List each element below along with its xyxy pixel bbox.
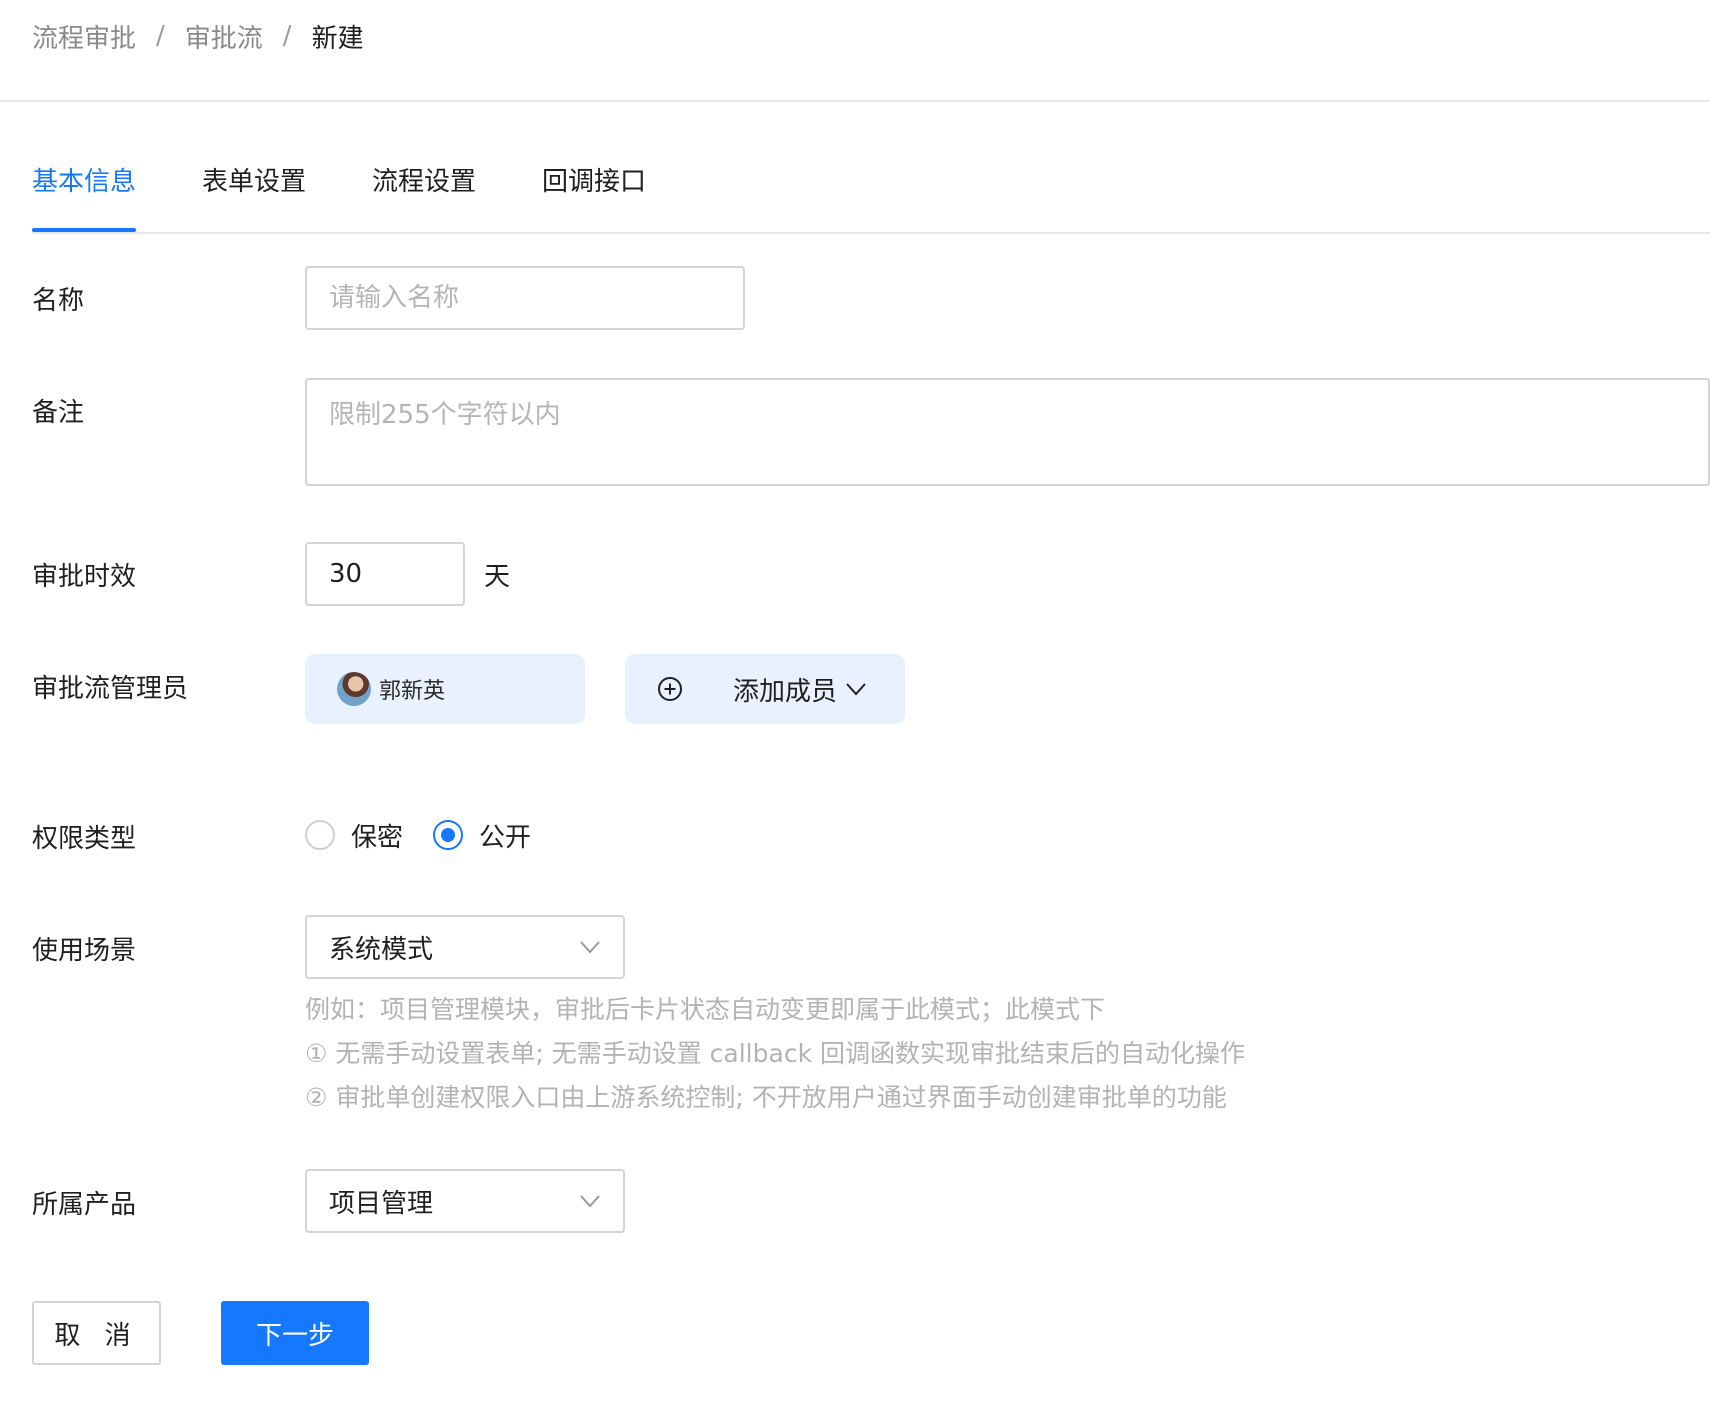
chevron-down-icon <box>846 683 866 696</box>
product-select[interactable]: 项目管理 <box>305 1169 625 1233</box>
add-member-button[interactable]: 添加成员 <box>625 654 905 724</box>
admins-label: 审批流管理员 <box>32 674 189 704</box>
scene-hint: 例如：项目管理模块，审批后卡片状态自动变更即属于此模式；此模式下 ① 无需手动设… <box>305 988 1245 1120</box>
breadcrumb-current: 新建 <box>311 23 364 54</box>
header-divider <box>0 100 1710 102</box>
tab-callback-api[interactable]: 回调接口 <box>542 160 646 232</box>
admin-member-chip[interactable]: 郭新英 <box>305 654 585 724</box>
scene-hint-line: ② 审批单创建权限入口由上游系统控制; 不开放用户通过界面手动创建审批单的功能 <box>305 1083 1227 1112</box>
next-step-button[interactable]: 下一步 <box>221 1301 369 1365</box>
product-select-value: 项目管理 <box>329 1188 434 1219</box>
radio-confidential-label[interactable]: 保密 <box>351 817 403 854</box>
tab-bar: 基本信息 表单设置 流程设置 回调接口 <box>32 160 712 234</box>
add-member-label: 添加成员 <box>733 676 838 707</box>
breadcrumb-separator: / <box>282 21 292 51</box>
breadcrumb-item-approval-flow[interactable]: 审批流 <box>185 18 263 55</box>
scene-hint-line: ① 无需手动设置表单; 无需手动设置 callback 回调函数实现审批结束后的… <box>305 1039 1245 1068</box>
permission-label: 权限类型 <box>32 824 137 854</box>
scene-select[interactable]: 系统模式 <box>305 915 625 979</box>
tab-form-settings[interactable]: 表单设置 <box>202 160 306 232</box>
radio-public[interactable] <box>433 820 464 850</box>
tabs-divider <box>32 232 1710 234</box>
breadcrumb-separator: / <box>156 21 165 51</box>
name-input[interactable] <box>305 266 745 330</box>
plus-circle-icon <box>658 677 682 701</box>
chevron-down-icon <box>580 1195 600 1208</box>
remark-textarea[interactable] <box>305 378 1710 486</box>
avatar <box>337 672 371 706</box>
breadcrumb-item-process-approval[interactable]: 流程审批 <box>32 18 136 55</box>
duration-label: 审批时效 <box>32 562 137 592</box>
duration-input[interactable] <box>305 542 465 606</box>
breadcrumb: 流程审批 / 审批流 / 新建 <box>32 14 364 58</box>
permission-radio-group: 保密 公开 <box>305 817 561 854</box>
tab-process-settings[interactable]: 流程设置 <box>372 160 476 232</box>
cancel-button[interactable]: 取 消 <box>32 1301 161 1365</box>
name-label: 名称 <box>32 286 85 316</box>
scene-label: 使用场景 <box>32 936 137 966</box>
remark-label: 备注 <box>32 398 85 428</box>
tab-basic-info[interactable]: 基本信息 <box>32 160 137 232</box>
scene-select-value: 系统模式 <box>329 934 434 965</box>
scene-hint-line: 例如：项目管理模块，审批后卡片状态自动变更即属于此模式；此模式下 <box>305 995 1106 1024</box>
product-label: 所属产品 <box>32 1190 137 1220</box>
chevron-down-icon <box>580 941 600 954</box>
radio-confidential[interactable] <box>305 820 335 850</box>
duration-unit: 天 <box>484 562 511 592</box>
radio-public-label[interactable]: 公开 <box>479 817 531 854</box>
admin-member-name: 郭新英 <box>379 679 446 704</box>
